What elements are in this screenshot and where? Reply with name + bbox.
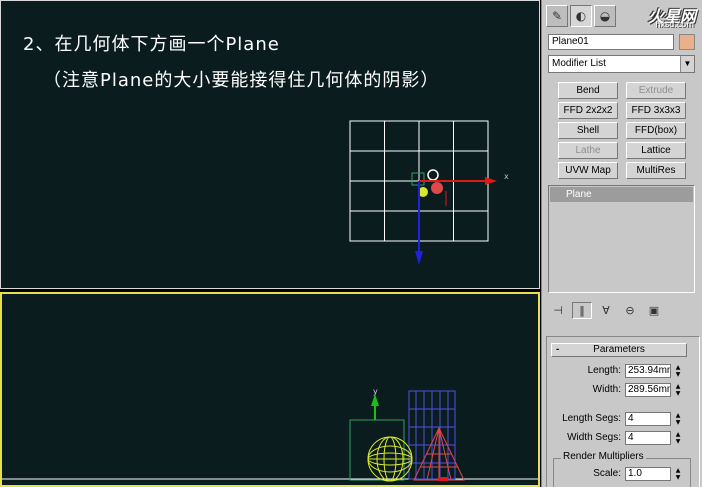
cone-wireframe-front bbox=[413, 426, 465, 481]
modifier-button-ffd-2x2x2[interactable]: FFD 2x2x2 bbox=[558, 102, 618, 119]
length-segs-field[interactable]: 4 bbox=[625, 412, 671, 426]
modify-tab-icon[interactable]: ◐ bbox=[570, 5, 592, 27]
configure-modifier-sets-icon[interactable]: ▣ bbox=[644, 302, 664, 319]
modifier-button-extrude[interactable]: Extrude bbox=[626, 82, 686, 99]
x-axis-marker-front bbox=[438, 477, 448, 481]
width-label: Width: bbox=[592, 384, 621, 395]
modifier-button-lathe[interactable]: Lathe bbox=[558, 142, 618, 159]
collapse-icon: - bbox=[556, 344, 560, 355]
length-segs-spinner-icon[interactable]: ▲ ▼ bbox=[673, 412, 683, 426]
command-panel: ✎ ◐ ◒ 火星网 hxsd.com Plane01 Modifier List… bbox=[541, 0, 702, 487]
torus-object-top bbox=[427, 169, 439, 181]
top-viewport-scene: x bbox=[349, 120, 509, 265]
length-label: Length: bbox=[587, 365, 621, 376]
front-axis-label: y bbox=[373, 387, 378, 396]
modifier-button-shell[interactable]: Shell bbox=[558, 122, 618, 139]
length-segs-label: Length Segs: bbox=[562, 413, 621, 424]
front-viewport[interactable]: y bbox=[0, 292, 540, 487]
parameters-rollout-header[interactable]: - Parameters bbox=[551, 343, 687, 357]
modifier-stack[interactable]: Plane bbox=[548, 185, 695, 293]
hierarchy-tab-icon[interactable]: ◒ bbox=[594, 5, 616, 27]
make-unique-icon[interactable]: ∀ bbox=[596, 302, 616, 319]
modifier-stack-item-plane[interactable]: Plane bbox=[550, 187, 693, 202]
site-logo-url: hxsd.com bbox=[655, 20, 694, 29]
y-axis-arrow bbox=[415, 251, 423, 265]
modifier-button-lattice[interactable]: Lattice bbox=[626, 142, 686, 159]
x-axis-label: x bbox=[504, 172, 509, 181]
chevron-down-icon[interactable]: ▼ bbox=[680, 56, 694, 72]
modifier-button-uvw-map[interactable]: UVW Map bbox=[558, 162, 618, 179]
create-tab-icon[interactable]: ✎ bbox=[546, 5, 568, 27]
modifier-list-dropdown[interactable]: Modifier List ▼ bbox=[548, 55, 695, 73]
modifier-button-ffd-box[interactable]: FFD(box) bbox=[626, 122, 686, 139]
width-segs-spinner-icon[interactable]: ▲ ▼ bbox=[673, 431, 683, 445]
modifier-list-label: Modifier List bbox=[552, 58, 606, 69]
modifier-button-bend[interactable]: Bend bbox=[558, 82, 618, 99]
front-viewport-scene: y bbox=[2, 387, 538, 482]
scale-field[interactable]: 1.0 bbox=[625, 467, 671, 481]
modifier-button-ffd-3x3x3[interactable]: FFD 3x3x3 bbox=[626, 102, 686, 119]
cone-object-top bbox=[431, 182, 443, 194]
object-color-swatch[interactable] bbox=[679, 34, 695, 50]
width-segs-label: Width Segs: bbox=[567, 432, 621, 443]
scale-label: Scale: bbox=[593, 468, 621, 479]
x-axis-arrow bbox=[485, 177, 497, 185]
length-spinner-icon[interactable]: ▲ ▼ bbox=[673, 364, 683, 378]
width-field[interactable]: 289.56mm bbox=[625, 383, 671, 397]
object-name-field[interactable]: Plane01 bbox=[548, 34, 674, 50]
parameters-rollout: - Parameters Length: 253.94mm ▲ ▼ Width: … bbox=[546, 336, 700, 487]
parameters-rollout-title: Parameters bbox=[593, 344, 645, 355]
top-viewport[interactable]: 2、在几何体下方画一个Plane （注意Plane的大小要能接得住几何体的阴影）… bbox=[0, 0, 540, 289]
sphere-wireframe-front bbox=[367, 436, 413, 482]
show-end-result-icon[interactable]: ‖ bbox=[572, 301, 592, 319]
remove-modifier-icon[interactable]: ⊖ bbox=[620, 302, 640, 319]
pin-stack-icon[interactable]: ⊣ bbox=[548, 302, 568, 319]
length-field[interactable]: 253.94mm bbox=[625, 364, 671, 378]
width-segs-field[interactable]: 4 bbox=[625, 431, 671, 445]
scale-spinner-icon[interactable]: ▲ ▼ bbox=[673, 467, 683, 481]
width-spinner-icon[interactable]: ▲ ▼ bbox=[673, 383, 683, 397]
modifier-stack-toolbar: ⊣ ‖ ∀ ⊖ ▣ bbox=[548, 301, 695, 319]
modifier-button-multires[interactable]: MultiRes bbox=[626, 162, 686, 179]
render-multipliers-title: Render Multipliers bbox=[561, 451, 646, 462]
